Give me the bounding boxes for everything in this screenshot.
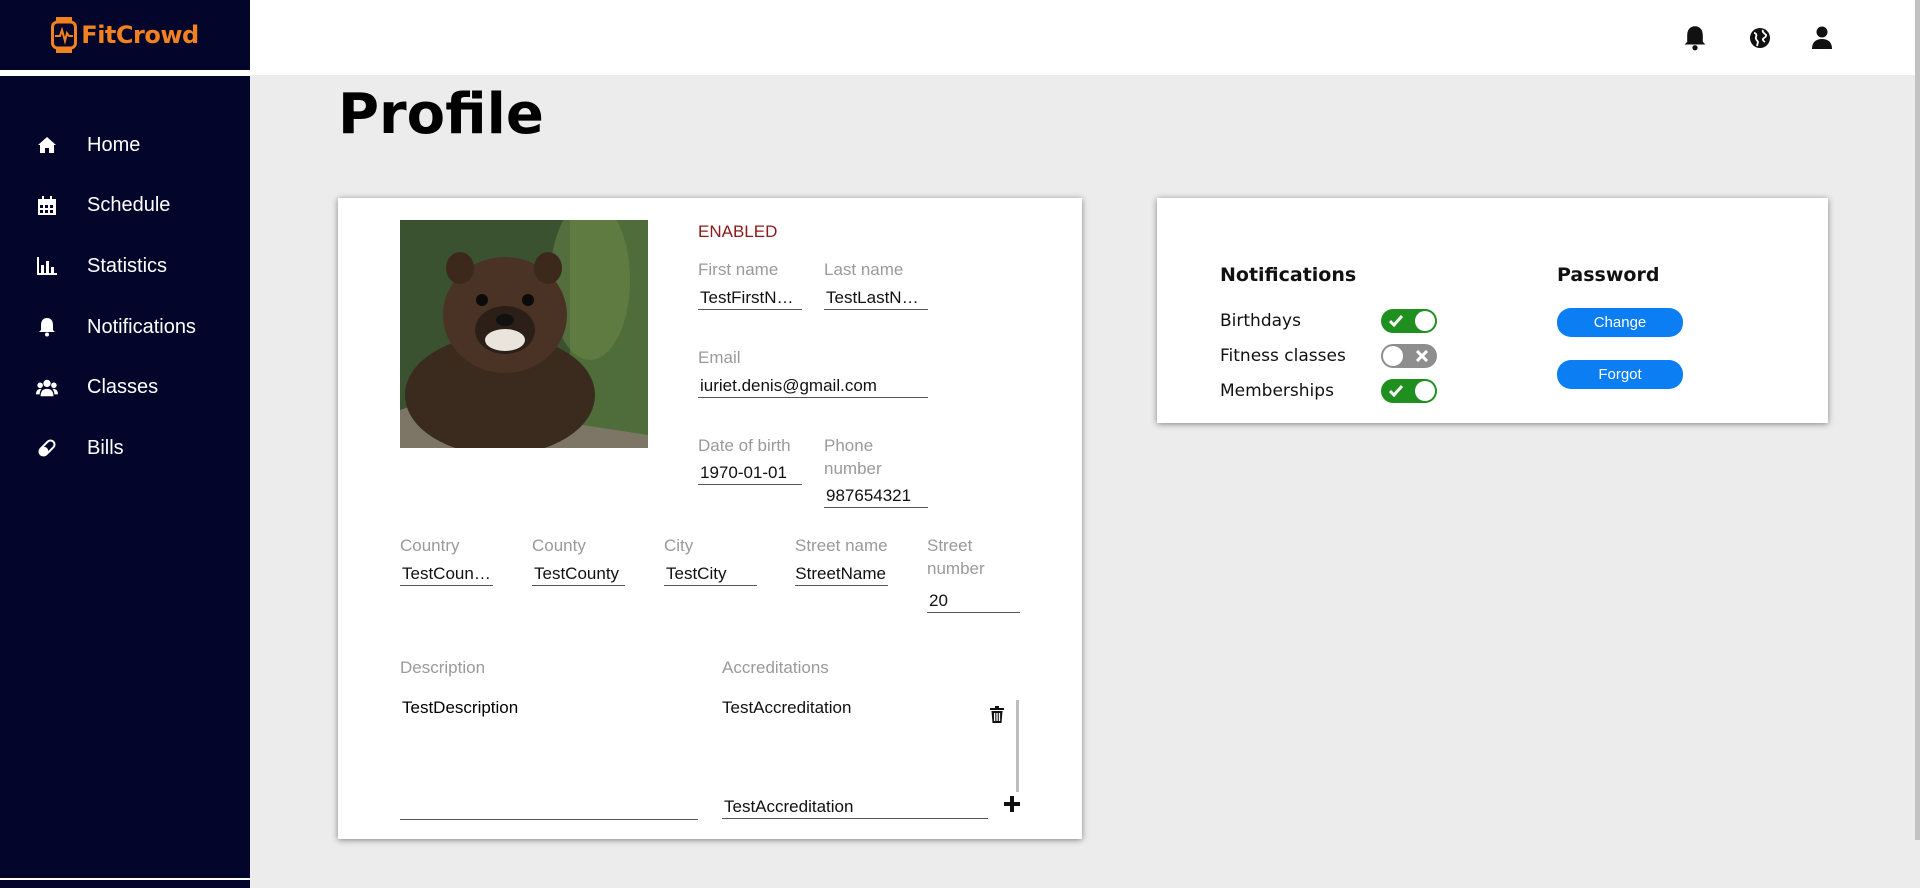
logo-bar: FitCrowd: [0, 0, 250, 76]
sidebar-item-bills[interactable]: Bills: [0, 418, 250, 479]
bell-icon[interactable]: [1681, 24, 1709, 52]
first-name-label: First name: [698, 260, 779, 279]
users-icon: [36, 377, 58, 399]
sidebar-item-label: Statistics: [87, 254, 168, 277]
accreditations-scrollbar[interactable]: [1016, 700, 1019, 792]
plus-icon[interactable]: [1004, 796, 1024, 816]
county-label: County: [532, 536, 586, 555]
change-password-button[interactable]: Change: [1557, 308, 1683, 337]
toggle-label-birthdays: Birthdays: [1220, 311, 1301, 331]
street-name-label: Street name: [795, 536, 888, 555]
sidebar-divider: [0, 878, 250, 880]
accreditations-list: TestAccreditation: [722, 698, 972, 790]
toggle-knob: [1415, 381, 1435, 401]
sidebar-item-label: Bills: [87, 436, 124, 459]
settings-card: Notifications Birthdays Fitness classes …: [1157, 198, 1828, 423]
city-label: City: [664, 536, 694, 555]
sidebar-item-label: Home: [87, 133, 141, 156]
email-label: Email: [698, 348, 741, 367]
page-title: Profile: [338, 82, 544, 147]
notifications-title: Notifications: [1220, 264, 1357, 286]
dob-label: Date of birth: [698, 436, 791, 455]
toggle-knob: [1415, 311, 1435, 331]
description-label: Description: [400, 658, 486, 677]
phone-label: Phone number: [824, 436, 882, 478]
country-label: Country: [400, 536, 460, 555]
sidebar-item-label: Notifications: [87, 315, 196, 338]
globe-icon[interactable]: [1746, 24, 1774, 52]
home-icon: [36, 134, 58, 156]
city-field[interactable]: TestCity: [664, 562, 757, 586]
brand-logo[interactable]: FitCrowd: [51, 17, 199, 53]
first-name-field[interactable]: TestFirstName: [698, 286, 802, 310]
forgot-password-button[interactable]: Forgot: [1557, 360, 1683, 389]
sidebar: FitCrowd Home Schedule Statistics Notifi…: [0, 0, 250, 888]
bar-chart-icon: [36, 255, 58, 277]
email-field[interactable]: iuriet.denis@gmail.com: [698, 374, 928, 398]
password-title: Password: [1557, 264, 1660, 286]
memberships-toggle[interactable]: [1381, 379, 1437, 403]
profile-photo[interactable]: [400, 220, 648, 448]
profile-card: ENABLED First name TestFirstName Last na…: [338, 198, 1082, 839]
sidebar-item-notifications[interactable]: Notifications: [0, 297, 250, 358]
pill-icon: [36, 437, 58, 459]
sidebar-item-label: Schedule: [87, 194, 171, 217]
close-icon: [1413, 347, 1431, 365]
country-field[interactable]: TestCountry: [400, 562, 493, 586]
street-number-label: Street number: [927, 536, 985, 578]
watch-logo-icon: [51, 17, 78, 53]
last-name-field[interactable]: TestLastName: [824, 286, 928, 310]
sidebar-item-statistics[interactable]: Statistics: [0, 236, 250, 297]
topbar: [250, 0, 1915, 75]
toggle-label-fitness-classes: Fitness classes: [1220, 346, 1346, 366]
fitness-classes-toggle[interactable]: [1381, 344, 1437, 368]
street-name-field[interactable]: StreetName: [795, 562, 888, 586]
page-scrollbar[interactable]: [1915, 0, 1920, 840]
brand-name: FitCrowd: [81, 21, 199, 49]
dob-field[interactable]: 1970-01-01: [698, 461, 802, 485]
calendar-icon: [36, 195, 58, 217]
toggle-knob: [1383, 346, 1403, 366]
list-item: TestAccreditation: [722, 698, 852, 717]
user-icon[interactable]: [1808, 24, 1836, 52]
check-icon: [1387, 312, 1405, 330]
check-icon: [1387, 382, 1405, 400]
description-textarea[interactable]: TestDescription: [400, 696, 698, 820]
sidebar-item-schedule[interactable]: Schedule: [0, 176, 250, 237]
accreditations-label: Accreditations: [722, 658, 829, 677]
last-name-label: Last name: [824, 260, 904, 279]
sidebar-nav: Home Schedule Statistics Notifications C…: [0, 115, 250, 479]
birthdays-toggle[interactable]: [1381, 309, 1437, 333]
street-number-field[interactable]: 20: [927, 589, 1020, 613]
account-status: ENABLED: [698, 222, 778, 241]
trash-icon[interactable]: [990, 706, 1008, 726]
county-field[interactable]: TestCounty: [532, 562, 625, 586]
bell-icon: [36, 316, 58, 338]
new-accreditation-input[interactable]: TestAccreditation: [722, 795, 988, 819]
phone-field[interactable]: 987654321: [824, 484, 928, 508]
sidebar-item-home[interactable]: Home: [0, 115, 250, 176]
sidebar-item-label: Classes: [87, 376, 159, 399]
toggle-label-memberships: Memberships: [1220, 381, 1334, 401]
profile-photo-image: [400, 220, 648, 448]
sidebar-item-classes[interactable]: Classes: [0, 357, 250, 418]
